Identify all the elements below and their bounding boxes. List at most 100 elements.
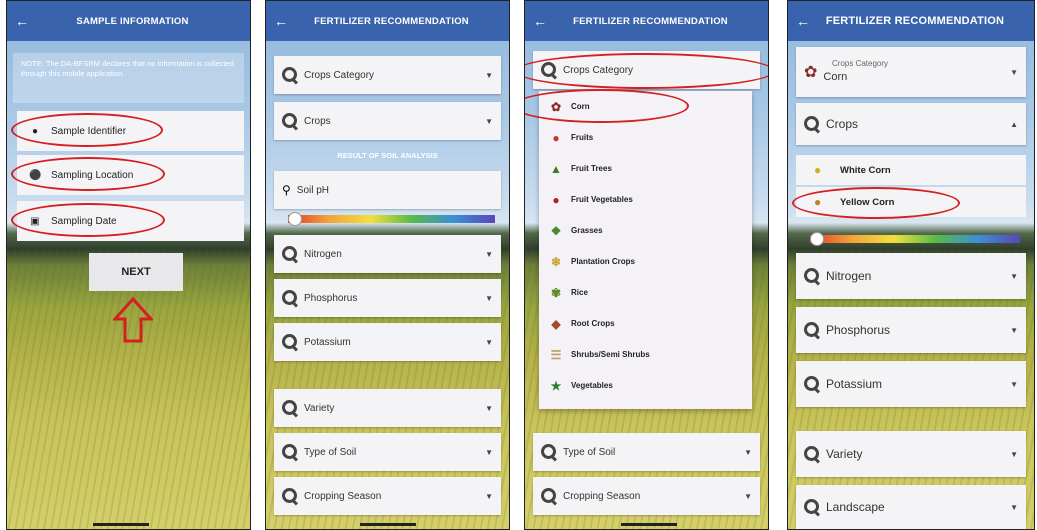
back-arrow-icon[interactable]: ← [525, 13, 555, 29]
landscape-select[interactable]: Landscape ▼ [796, 485, 1026, 529]
chevron-down-icon: ▼ [744, 447, 752, 457]
grasses-icon: ❖ [550, 223, 562, 238]
option-grasses[interactable]: ❖ Grasses [539, 215, 752, 246]
nitrogen-select[interactable]: Nitrogen ▼ [274, 235, 501, 273]
potassium-label: Potassium [826, 377, 883, 391]
search-icon [804, 376, 820, 392]
crops-label: Crops [826, 117, 859, 131]
screen-title: FERTILIZER RECOMMENDATION [825, 15, 1005, 27]
option-label: White Corn [840, 164, 891, 176]
soil-ph-label: Soil pH [296, 184, 330, 196]
soil-ph-field[interactable]: ⚲ Soil pH [274, 171, 501, 209]
crops-select[interactable]: Crops ▲ [796, 103, 1026, 145]
crops-category-caption: Crops Category [832, 59, 889, 68]
option-vegetables[interactable]: ★ Vegetables [539, 370, 752, 401]
ph-slider-handle[interactable] [810, 232, 824, 246]
corn-icon: ✿ [804, 64, 818, 81]
phosphorus-select[interactable]: Phosphorus ▼ [274, 279, 501, 317]
root-crops-icon: ◆ [551, 316, 561, 331]
back-arrow-icon[interactable]: ← [266, 13, 296, 29]
potassium-select[interactable]: Potassium ▼ [274, 323, 501, 361]
search-icon [282, 488, 298, 504]
crops-category-value: Corn [823, 71, 848, 83]
crops-select[interactable]: Crops ▼ [274, 102, 501, 140]
potassium-select[interactable]: Potassium ▼ [796, 361, 1026, 407]
type-of-soil-label: Type of Soil [563, 446, 616, 458]
crops-category-label: Crops Category [304, 69, 375, 81]
ph-slider-handle[interactable] [288, 212, 302, 226]
home-indicator [360, 523, 416, 526]
crops-selection-screen: ← FERTILIZER RECOMMENDATION ✿ Corn ▼ Cro… [787, 0, 1035, 530]
phosphorus-label: Phosphorus [304, 292, 358, 304]
next-button[interactable]: NEXT [89, 253, 183, 291]
section-title: RESULT OF SOIL ANALYSIS [337, 151, 438, 160]
variety-select[interactable]: Variety ▼ [796, 431, 1026, 477]
up-arrow-icon [113, 297, 153, 343]
option-fruits[interactable]: ● Fruits [539, 122, 752, 153]
chevron-down-icon: ▼ [485, 337, 493, 347]
fruit-trees-icon: ▲ [550, 161, 562, 176]
chevron-down-icon: ▼ [1010, 67, 1018, 77]
fertilizer-recommendation-screen: ← FERTILIZER RECOMMENDATION Crops Catego… [265, 0, 510, 530]
chevron-down-icon: ▼ [485, 447, 493, 457]
search-icon [804, 499, 820, 515]
search-icon [282, 290, 298, 306]
chevron-down-icon: ▼ [1010, 379, 1018, 389]
search-icon [282, 67, 298, 83]
phosphorus-select[interactable]: Phosphorus ▼ [796, 307, 1026, 353]
app-bar: ← SAMPLE INFORMATION [7, 1, 250, 41]
option-label: Plantation Crops [571, 257, 636, 266]
option-label: Shrubs/Semi Shrubs [571, 350, 650, 359]
screen-title: FERTILIZER RECOMMENDATION [573, 15, 728, 27]
option-label: Root Crops [571, 319, 615, 328]
search-icon [804, 322, 820, 338]
ph-probe-icon: ⚲ [282, 183, 291, 197]
sample-information-screen: ← SAMPLE INFORMATION NOTE: The DA-BFSRM … [6, 0, 251, 530]
crops-category-select[interactable]: ✿ Corn ▼ [796, 47, 1026, 97]
back-arrow-icon[interactable]: ← [788, 13, 818, 29]
nitrogen-select[interactable]: Nitrogen ▼ [796, 253, 1026, 299]
search-icon [804, 446, 820, 462]
cropping-season-label: Cropping Season [563, 490, 641, 502]
ph-slider-track[interactable] [810, 235, 1020, 243]
option-label: Fruits [571, 133, 594, 142]
ph-slider-track[interactable] [288, 215, 495, 223]
home-indicator [93, 523, 149, 526]
option-plantation-crops[interactable]: ❄ Plantation Crops [539, 246, 752, 277]
chevron-down-icon: ▼ [1010, 449, 1018, 459]
option-label: Fruit Vegetables [571, 195, 633, 204]
chevron-down-icon: ▼ [1010, 502, 1018, 512]
search-icon [282, 334, 298, 350]
chevron-up-icon: ▲ [1010, 119, 1018, 129]
option-white-corn[interactable]: ● White Corn [796, 155, 1026, 185]
crops-category-select[interactable]: Crops Category ▼ [274, 56, 501, 94]
type-of-soil-select[interactable]: Type of Soil ▼ [533, 433, 760, 471]
rice-icon: ✾ [550, 285, 562, 300]
landscape-label: Landscape [826, 500, 885, 514]
type-of-soil-label: Type of Soil [304, 446, 357, 458]
chevron-down-icon: ▼ [485, 249, 493, 259]
highlight-oval [11, 113, 163, 147]
app-bar: ← FERTILIZER RECOMMENDATION [525, 1, 768, 41]
chevron-down-icon: ▼ [485, 70, 493, 80]
crops-category-dropdown-screen: ← FERTILIZER RECOMMENDATION Crops Catego… [524, 0, 769, 530]
nitrogen-label: Nitrogen [304, 248, 342, 260]
type-of-soil-select[interactable]: Type of Soil ▼ [274, 433, 501, 471]
option-shrubs[interactable]: ☰ Shrubs/Semi Shrubs [539, 339, 752, 370]
chevron-down-icon: ▼ [485, 403, 493, 413]
option-root-crops[interactable]: ◆ Root Crops [539, 308, 752, 339]
option-fruit-trees[interactable]: ▲ Fruit Trees [539, 153, 752, 184]
variety-label: Variety [826, 447, 863, 461]
screen-title: FERTILIZER RECOMMENDATION [314, 15, 469, 27]
app-bar: ← FERTILIZER RECOMMENDATION [266, 1, 509, 41]
option-label: Grasses [571, 226, 603, 235]
cropping-season-label: Cropping Season [304, 490, 382, 502]
variety-select[interactable]: Variety ▼ [274, 389, 501, 427]
vegetables-icon: ★ [550, 378, 562, 393]
option-fruit-vegetables[interactable]: ● Fruit Vegetables [539, 184, 752, 215]
option-rice[interactable]: ✾ Rice [539, 277, 752, 308]
cropping-season-select[interactable]: Cropping Season ▼ [274, 477, 501, 515]
cropping-season-select[interactable]: Cropping Season ▼ [533, 477, 760, 515]
highlight-oval [11, 157, 165, 191]
back-arrow-icon[interactable]: ← [7, 13, 37, 29]
